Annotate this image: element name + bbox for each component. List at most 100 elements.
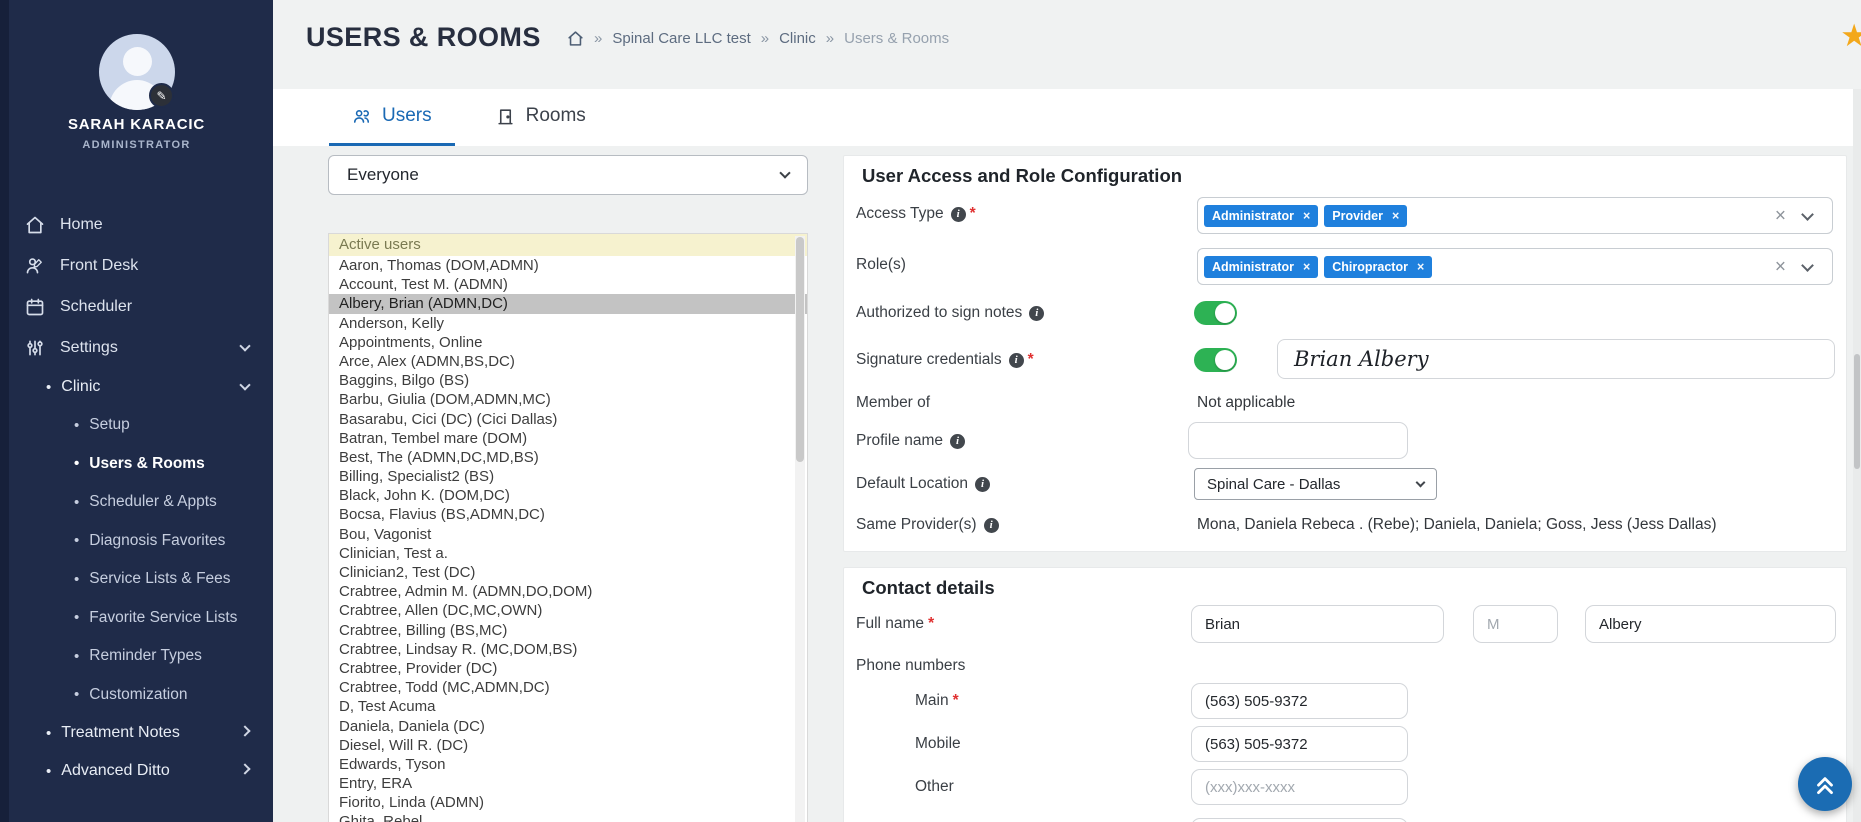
sidebar-item-customization[interactable]: • Customization	[0, 676, 273, 715]
page-scrollbar-thumb[interactable]	[1854, 354, 1860, 469]
last-name-input[interactable]	[1585, 605, 1836, 643]
clear-icon[interactable]: ×	[1775, 257, 1786, 276]
favorite-star-icon[interactable]: ★	[1840, 20, 1861, 51]
home-icon	[25, 215, 45, 235]
list-item[interactable]: Bocsa, Flavius (BS,ADMN,DC)	[329, 505, 807, 524]
sidebar-item-settings[interactable]: Settings	[0, 327, 273, 368]
list-scrollbar[interactable]	[795, 236, 805, 822]
scroll-to-top-button[interactable]	[1798, 757, 1852, 811]
clear-icon[interactable]: ×	[1775, 206, 1786, 225]
list-item[interactable]: Barbu, Giulia (DOM,ADMN,MC)	[329, 390, 807, 409]
list-item[interactable]: Daniela, Daniela (DC)	[329, 717, 807, 736]
info-icon[interactable]: i	[1008, 352, 1024, 368]
breadcrumb-home-icon[interactable]	[567, 30, 584, 47]
access-config-title: User Access and Role Configuration	[862, 165, 1183, 186]
tab-users[interactable]: Users	[329, 89, 455, 146]
chevron-down-icon[interactable]	[1801, 258, 1814, 272]
list-item[interactable]: Fiorito, Linda (ADMN)	[329, 793, 807, 812]
sidebar-item-favorite-service-lists[interactable]: • Favorite Service Lists	[0, 599, 273, 638]
info-icon[interactable]: i	[950, 433, 966, 449]
access-type-multiselect[interactable]: Administrator × Provider × ×	[1197, 197, 1833, 234]
pencil-icon: ✎	[156, 88, 167, 103]
edit-avatar-button[interactable]: ✎	[149, 83, 174, 108]
list-item[interactable]: Ghita, Rebel	[329, 812, 807, 822]
next-phone-input-partial[interactable]	[1191, 818, 1408, 822]
sidebar-item-advanced-ditto[interactable]: • Advanced Ditto	[0, 752, 273, 790]
signature-preview[interactable]: Brian Albery	[1277, 339, 1835, 379]
list-item[interactable]: Entry, ERA	[329, 774, 807, 793]
list-item[interactable]: Appointments, Online	[329, 333, 807, 352]
phone-mobile-label: Mobile	[915, 734, 961, 754]
info-icon[interactable]: i	[950, 206, 966, 222]
sidebar-item-reminder-types[interactable]: • Reminder Types	[0, 637, 273, 676]
chip-remove-icon[interactable]: ×	[1303, 260, 1310, 274]
list-item[interactable]: Albery, Brian (ADMN,DC)	[329, 294, 807, 314]
list-item[interactable]: D, Test Acuma	[329, 697, 807, 716]
list-item[interactable]: Billing, Specialist2 (BS)	[329, 467, 807, 486]
profile-name-input[interactable]	[1188, 422, 1408, 459]
sidebar-item-scheduler[interactable]: Scheduler	[0, 286, 273, 327]
roles-multiselect[interactable]: Administrator × Chiropractor × ×	[1197, 248, 1833, 285]
list-item[interactable]: Crabtree, Todd (MC,ADMN,DC)	[329, 678, 807, 697]
sidebar-item-label: Diagnosis Favorites	[89, 531, 226, 549]
list-item[interactable]: Crabtree, Provider (DC)	[329, 659, 807, 678]
middle-name-input[interactable]	[1473, 605, 1558, 643]
tab-rooms[interactable]: Rooms	[473, 89, 609, 146]
list-item[interactable]: Aaron, Thomas (DOM,ADMN)	[329, 256, 807, 275]
list-item[interactable]: Bou, Vagonist	[329, 525, 807, 544]
sidebar-item-treatment-notes[interactable]: • Treatment Notes	[0, 714, 273, 752]
list-item[interactable]: Baggins, Bilgo (BS)	[329, 371, 807, 390]
list-item[interactable]: Batran, Tembel mare (DOM)	[329, 429, 807, 448]
signature-toggle[interactable]	[1194, 348, 1237, 372]
info-icon[interactable]: i	[983, 517, 999, 533]
phone-mobile-input[interactable]	[1191, 726, 1408, 762]
list-item[interactable]: Arce, Alex (ADMN,BS,DC)	[329, 352, 807, 371]
phone-other-input[interactable]	[1191, 769, 1408, 805]
sidebar-item-diagnosis-favorites[interactable]: • Diagnosis Favorites	[0, 522, 273, 561]
list-item[interactable]: Edwards, Tyson	[329, 755, 807, 774]
list-item[interactable]: Anderson, Kelly	[329, 314, 807, 333]
breadcrumb-item[interactable]: Spinal Care LLC test	[612, 30, 750, 47]
first-name-input[interactable]	[1191, 605, 1444, 643]
chevron-down-icon[interactable]	[1801, 207, 1814, 221]
profile-name-label: Profile name i	[856, 431, 966, 451]
info-icon[interactable]: i	[1029, 305, 1045, 321]
user-filter-select[interactable]: Everyone	[328, 155, 808, 195]
chip-remove-icon[interactable]: ×	[1303, 209, 1310, 223]
list-item[interactable]: Diesel, Will R. (DC)	[329, 736, 807, 755]
sidebar-item-label: Users & Rooms	[89, 454, 205, 472]
chip-remove-icon[interactable]: ×	[1392, 209, 1399, 223]
list-item[interactable]: Clinician2, Test (DC)	[329, 563, 807, 582]
phone-numbers-label: Phone numbers	[856, 656, 965, 676]
bullet-icon: •	[46, 762, 52, 780]
list-item[interactable]: Crabtree, Lindsay R. (MC,DOM,BS)	[329, 640, 807, 659]
list-item[interactable]: Crabtree, Billing (BS,MC)	[329, 621, 807, 640]
list-item[interactable]: Basarabu, Cici (DC) (Cici Dallas)	[329, 410, 807, 429]
list-item[interactable]: Best, The (ADMN,DC,MD,BS)	[329, 448, 807, 467]
info-icon[interactable]: i	[975, 476, 991, 492]
list-item[interactable]: Crabtree, Admin M. (ADMN,DO,DOM)	[329, 582, 807, 601]
breadcrumb-item[interactable]: Clinic	[779, 30, 816, 47]
list-item[interactable]: Clinician, Test a.	[329, 544, 807, 563]
list-item[interactable]: Black, John K. (DOM,DC)	[329, 486, 807, 505]
page-scrollbar[interactable]	[1853, 89, 1861, 822]
list-item[interactable]: Account, Test M. (ADMN)	[329, 275, 807, 294]
sidebar-item-setup[interactable]: • Setup	[0, 406, 273, 445]
list-item[interactable]: Crabtree, Allen (DC,MC,OWN)	[329, 601, 807, 620]
default-location-select[interactable]: Spinal Care - Dallas	[1194, 468, 1437, 500]
rooms-icon	[498, 108, 513, 124]
member-of-value: Not applicable	[1197, 394, 1296, 411]
chip-remove-icon[interactable]: ×	[1417, 260, 1424, 274]
same-providers-label: Same Provider(s) i	[856, 515, 999, 535]
phone-main-input[interactable]	[1191, 683, 1408, 719]
sidebar-item-service-lists-fees[interactable]: • Service Lists & Fees	[0, 560, 273, 599]
sidebar-item-scheduler-appts[interactable]: • Scheduler & Appts	[0, 483, 273, 522]
sidebar-item-front-desk[interactable]: Front Desk	[0, 245, 273, 286]
double-chevron-up-icon	[1817, 777, 1833, 795]
sidebar-item-clinic[interactable]: • Clinic	[0, 368, 273, 406]
list-scrollbar-thumb[interactable]	[796, 237, 804, 462]
sign-notes-toggle[interactable]	[1194, 301, 1237, 325]
sidebar-item-home[interactable]: Home	[0, 204, 273, 245]
bullet-icon: •	[74, 416, 80, 434]
sidebar-item-users-rooms[interactable]: • Users & Rooms	[0, 445, 273, 484]
